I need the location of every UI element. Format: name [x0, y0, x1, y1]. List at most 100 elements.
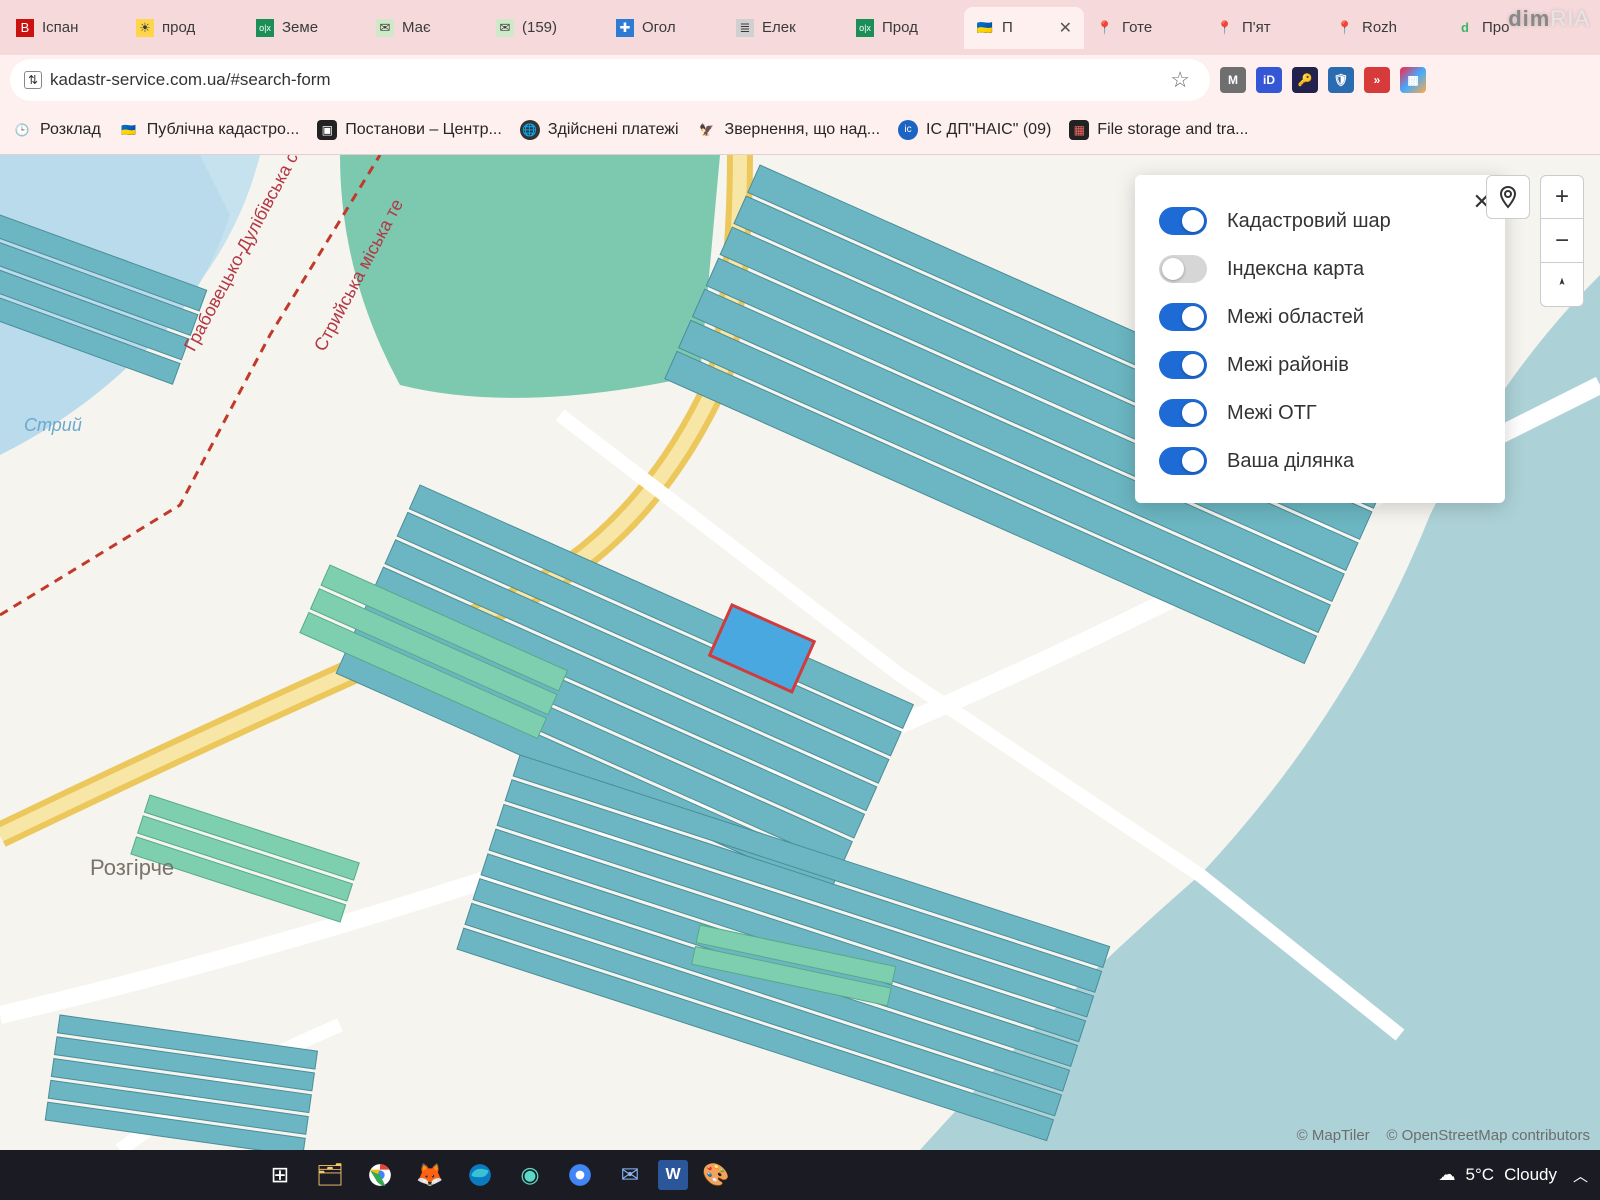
bookmark-item[interactable]: 🇺🇦Публічна кадастро... [119, 120, 299, 140]
tab-2[interactable]: о|хЗеме [244, 7, 364, 49]
tab-title: Rozh [1362, 19, 1397, 36]
bookmark-item[interactable]: 🌐 Здійснені платежі [520, 120, 679, 140]
town-label: Розгірче [90, 855, 174, 881]
bookmark-item[interactable]: ▦File storage and tra... [1069, 120, 1248, 140]
layer-toggle[interactable] [1159, 399, 1207, 427]
extension-icon[interactable]: 🛡 [1328, 67, 1354, 93]
layer-label: Межі районів [1227, 354, 1349, 377]
map-canvas[interactable]: Стрий Розгірче Грабовецько-Дулібівська с… [0, 155, 1600, 1150]
word-icon[interactable]: W [658, 1160, 688, 1190]
bookmark-label: Звернення, що над... [725, 121, 880, 139]
tab-11[interactable]: 📍 Rozh [1324, 7, 1444, 49]
locate-button[interactable] [1486, 175, 1530, 219]
browser-tabs-row: ВІспан ☀прод о|хЗеме ✉Має ✉(159) ✚Огол ≣… [0, 0, 1600, 55]
task-view-icon[interactable]: ⊞ [258, 1153, 302, 1197]
river-label: Стрий [24, 415, 82, 436]
tab-title: Про [1482, 19, 1509, 36]
layer-row: Кадастровий шар [1159, 197, 1481, 245]
bookmark-star-icon[interactable]: ☆ [1170, 67, 1190, 93]
tab-7[interactable]: о|х Прод [844, 7, 964, 49]
extension-icon[interactable]: ▦ [1400, 67, 1426, 93]
bookmark-label: ІС ДП"НАІС" (09) [926, 121, 1051, 139]
chrome-icon-2[interactable] [558, 1153, 602, 1197]
address-bar-row: ⇅ kadastr-service.com.ua/#search-form ☆ … [0, 55, 1600, 105]
compass-icon [1552, 275, 1572, 295]
mail-icon[interactable]: ✉ [608, 1153, 652, 1197]
tab-title: Елек [762, 19, 796, 36]
tab-8-active[interactable]: 🇺🇦П✕ [964, 7, 1084, 49]
layer-label: Індексна карта [1227, 258, 1364, 281]
tab-title: П'ят [1242, 19, 1271, 36]
layer-toggle[interactable] [1159, 303, 1207, 331]
url-text: kadastr-service.com.ua/#search-form [50, 70, 331, 90]
layer-label: Кадастровий шар [1227, 210, 1391, 233]
tab-title: Прод [882, 19, 918, 36]
zoom-out-button[interactable]: − [1540, 219, 1584, 263]
file-explorer-icon[interactable]: 🗂 [308, 1153, 352, 1197]
tab-1[interactable]: ☀прод [124, 7, 244, 49]
tab-title: Має [402, 19, 431, 36]
layer-row: Межі областей [1159, 293, 1481, 341]
zoom-in-button[interactable]: + [1540, 175, 1584, 219]
map-pin-icon [1496, 185, 1520, 209]
weather-cond: Cloudy [1504, 1165, 1557, 1185]
tab-12[interactable]: dПро [1444, 7, 1564, 49]
chrome-icon[interactable] [358, 1153, 402, 1197]
system-tray[interactable]: ︿ [1573, 1165, 1588, 1186]
firefox-icon[interactable]: 🦊 [408, 1153, 452, 1197]
bookmark-label: Постанови – Центр... [345, 121, 502, 139]
map-controls-top: + − [1486, 175, 1584, 307]
attrib-maptiler[interactable]: © MapTiler [1297, 1127, 1370, 1144]
paint-icon[interactable]: 🎨 [694, 1153, 738, 1197]
tab-title: Іспан [42, 19, 78, 36]
tab-4[interactable]: ✉(159) [484, 7, 604, 49]
close-tab-icon[interactable]: ✕ [1059, 18, 1072, 38]
bookmark-item[interactable]: 🦅Звернення, що над... [697, 120, 880, 140]
tab-0[interactable]: ВІспан [4, 7, 124, 49]
bookmark-icon: 🇺🇦 [119, 120, 139, 140]
extension-icon[interactable]: 🔑 [1292, 67, 1318, 93]
favicon-icon: ≣ [736, 19, 754, 37]
tab-title: Огол [642, 19, 676, 36]
extension-icon[interactable]: » [1364, 67, 1390, 93]
bookmark-icon: 🕒 [12, 120, 32, 140]
layer-toggle[interactable] [1159, 255, 1207, 283]
favicon-icon: ✚ [616, 19, 634, 37]
attrib-osm[interactable]: © OpenStreetMap contributors [1386, 1127, 1590, 1144]
tab-5[interactable]: ✚ Огол [604, 7, 724, 49]
favicon-icon: 📍 [1336, 19, 1354, 37]
bookmark-item[interactable]: 🕒 Розклад [12, 120, 101, 140]
reset-north-button[interactable] [1540, 263, 1584, 307]
weather-temp: 5°C [1466, 1165, 1495, 1185]
bookmark-label: Розклад [40, 121, 101, 139]
address-bar[interactable]: ⇅ kadastr-service.com.ua/#search-form ☆ [10, 59, 1210, 101]
tab-6[interactable]: ≣ Елек [724, 7, 844, 49]
weather-icon: ☁ [1439, 1165, 1456, 1185]
layer-label: Межі областей [1227, 306, 1364, 329]
bookmark-icon: іс [898, 120, 918, 140]
tab-3[interactable]: ✉Має [364, 7, 484, 49]
tab-10[interactable]: 📍 П'ят [1204, 7, 1324, 49]
favicon-icon: 📍 [1216, 19, 1234, 37]
extension-icon[interactable]: M [1220, 67, 1246, 93]
weather-widget[interactable]: ☁ 5°C Cloudy [1439, 1165, 1557, 1185]
edge-icon[interactable] [458, 1153, 502, 1197]
tab-9[interactable]: 📍Готе [1084, 7, 1204, 49]
extension-icon[interactable]: іD [1256, 67, 1282, 93]
tray-chevron-icon[interactable]: ︿ [1573, 1165, 1588, 1186]
site-settings-icon[interactable]: ⇅ [24, 71, 42, 89]
tab-title: Земе [282, 19, 318, 36]
layer-toggle[interactable] [1159, 447, 1207, 475]
browser-icon[interactable]: ◉ [508, 1153, 552, 1197]
tab-title: (159) [522, 19, 557, 36]
bookmark-item[interactable]: іс ІС ДП"НАІС" (09) [898, 120, 1051, 140]
bookmark-label: Здійснені платежі [548, 121, 679, 139]
layer-toggle[interactable] [1159, 351, 1207, 379]
layer-label: Ваша ділянка [1227, 450, 1354, 473]
tab-title: П [1002, 19, 1013, 36]
bookmark-icon: 🌐 [520, 120, 540, 140]
bookmark-item[interactable]: ▣Постанови – Центр... [317, 120, 502, 140]
favicon-icon: о|х [856, 19, 874, 37]
tab-title: Готе [1122, 19, 1152, 36]
layer-toggle[interactable] [1159, 207, 1207, 235]
